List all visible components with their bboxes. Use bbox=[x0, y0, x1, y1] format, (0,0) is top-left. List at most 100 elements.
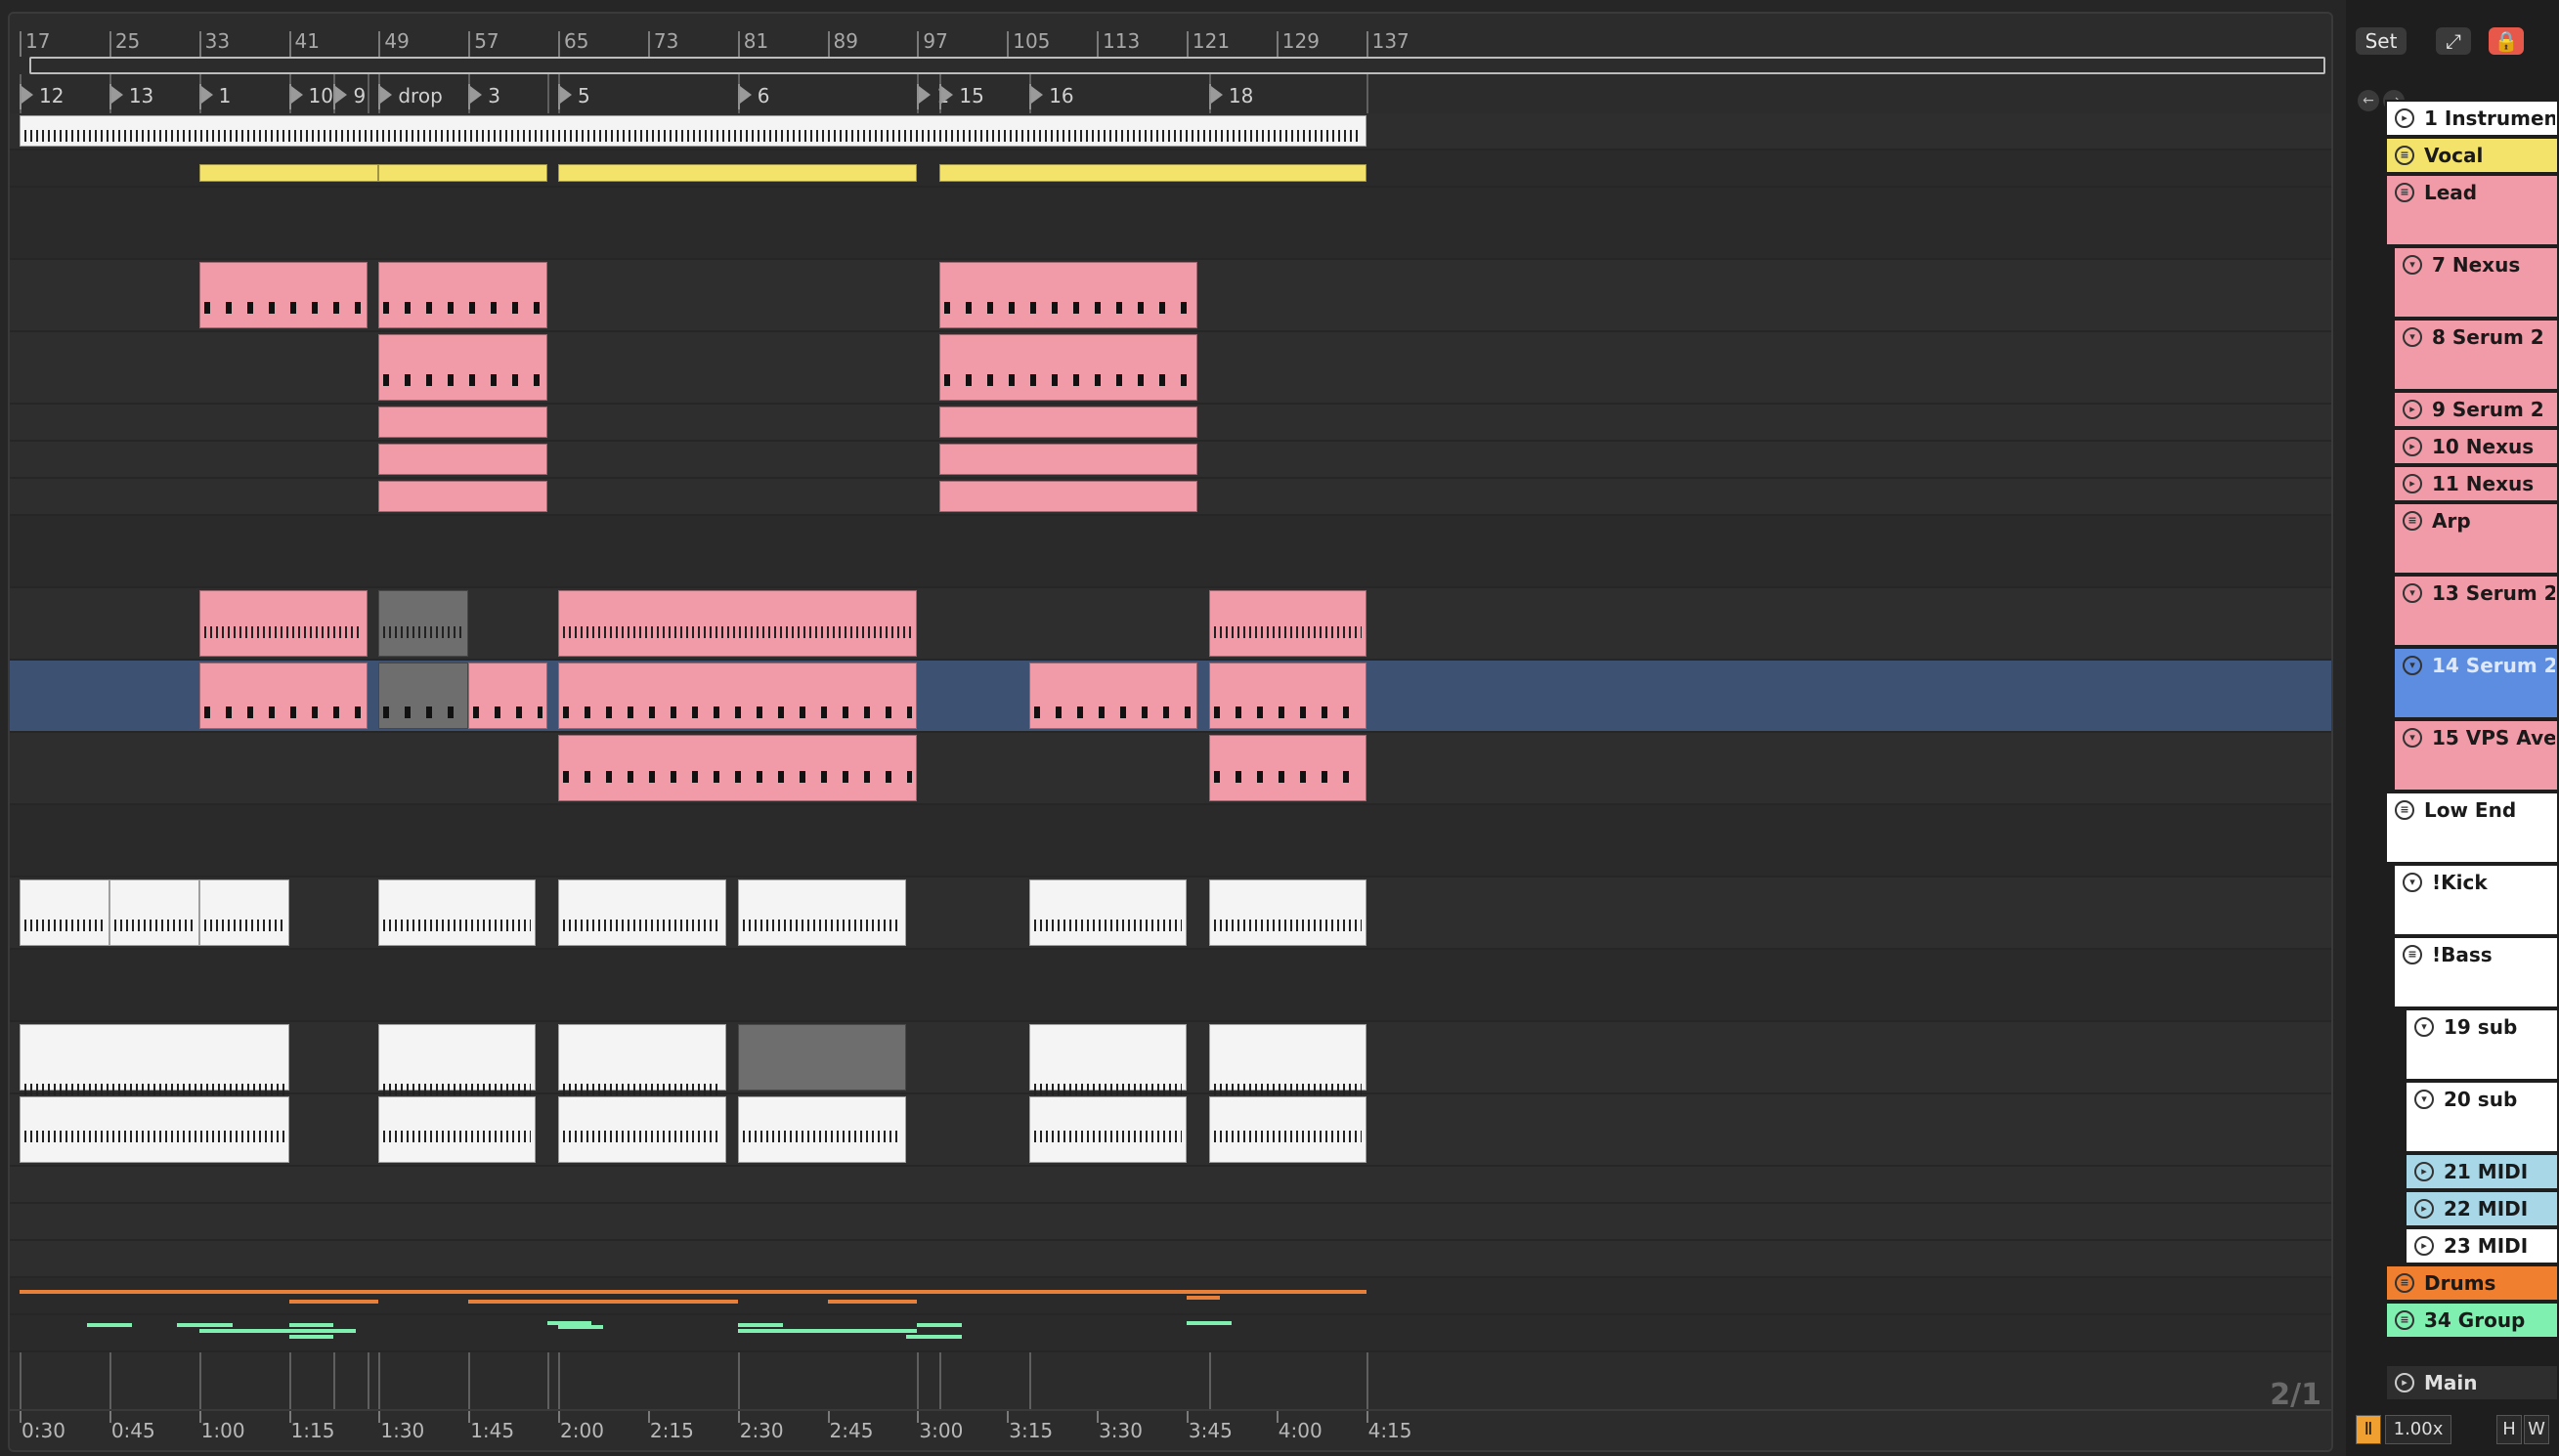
clip[interactable] bbox=[1029, 663, 1198, 729]
clip[interactable] bbox=[378, 590, 469, 657]
play-arrow-icon[interactable]: ▸ bbox=[2414, 1199, 2434, 1219]
width-button[interactable]: W bbox=[2524, 1415, 2549, 1444]
play-arrow-icon[interactable]: ▸ bbox=[2403, 400, 2422, 419]
clip[interactable] bbox=[1208, 879, 1366, 946]
clip[interactable] bbox=[20, 115, 1366, 147]
clip[interactable] bbox=[939, 407, 1198, 438]
group-fold-icon[interactable]: ≡ bbox=[2395, 1310, 2414, 1330]
locator-lane[interactable]: 12 13 1 10 9 drop 3 5 6 1 15 16 18 bbox=[10, 74, 2331, 109]
clip[interactable] bbox=[378, 1024, 537, 1095]
track-header[interactable]: ▸ Main bbox=[2385, 1364, 2559, 1401]
group-fold-icon[interactable]: ≡ bbox=[2403, 945, 2422, 964]
group-fold-icon[interactable]: ≡ bbox=[2395, 183, 2414, 202]
clip[interactable] bbox=[939, 444, 1198, 475]
clip[interactable] bbox=[558, 879, 727, 946]
clip[interactable] bbox=[108, 879, 199, 946]
automation-line[interactable] bbox=[198, 1329, 357, 1333]
clip[interactable] bbox=[198, 879, 289, 946]
clip[interactable] bbox=[198, 590, 368, 657]
back-arrow-icon[interactable]: ← bbox=[2358, 90, 2379, 111]
clip[interactable] bbox=[378, 407, 547, 438]
group-fold-icon[interactable]: ≡ bbox=[2395, 1273, 2414, 1293]
clip[interactable] bbox=[1208, 1024, 1366, 1095]
clip[interactable] bbox=[558, 735, 918, 801]
play-arrow-icon[interactable]: ▸ bbox=[2403, 437, 2422, 456]
fold-arrow-icon[interactable]: ▾ bbox=[2403, 728, 2422, 748]
automation-line[interactable] bbox=[288, 1300, 379, 1304]
track-header[interactable]: ≡ Drums bbox=[2385, 1264, 2559, 1302]
automation-line[interactable] bbox=[176, 1323, 234, 1327]
clip[interactable] bbox=[737, 879, 906, 946]
clip[interactable] bbox=[939, 164, 1366, 182]
track-header[interactable]: ▾ 7 Nexus bbox=[2393, 246, 2559, 319]
clip[interactable] bbox=[737, 1096, 906, 1163]
track-header[interactable]: ≡ 34 Group bbox=[2385, 1302, 2559, 1339]
automation-line[interactable] bbox=[20, 1290, 1366, 1294]
track-lane[interactable] bbox=[10, 805, 2331, 878]
clip[interactable] bbox=[378, 262, 547, 328]
track-lane[interactable] bbox=[10, 1204, 2331, 1241]
clip[interactable] bbox=[378, 164, 547, 182]
track-lane[interactable] bbox=[10, 516, 2331, 588]
fold-arrow-icon[interactable]: ▾ bbox=[2414, 1017, 2434, 1037]
track-header[interactable]: ▸ 10 Nexus bbox=[2393, 428, 2559, 465]
track-header[interactable]: ▸ 22 MIDI bbox=[2405, 1190, 2559, 1227]
track-header[interactable]: ▸ 23 MIDI bbox=[2405, 1227, 2559, 1264]
time-ruler[interactable]: 2/1 0:30 0:45 1:00 1:15 1:30 1:45 2:00 2:15 2:30… bbox=[10, 1378, 2331, 1450]
track-header[interactable]: ▾ !Kick bbox=[2393, 864, 2559, 936]
expand-icon[interactable]: ⤢ bbox=[2436, 27, 2471, 55]
track-lane[interactable] bbox=[10, 1315, 2331, 1352]
clip[interactable] bbox=[939, 481, 1198, 512]
group-fold-icon[interactable]: ≡ bbox=[2395, 800, 2414, 820]
clip[interactable] bbox=[558, 1096, 727, 1163]
track-header[interactable]: ≡ Lead bbox=[2385, 174, 2559, 246]
set-button[interactable]: Set bbox=[2356, 27, 2407, 55]
play-arrow-icon[interactable]: ▸ bbox=[2395, 108, 2414, 128]
track-header[interactable]: ≡ Vocal bbox=[2385, 137, 2559, 174]
track-header[interactable]: ▾ 20 sub bbox=[2405, 1081, 2559, 1153]
fold-arrow-icon[interactable]: ▾ bbox=[2403, 327, 2422, 347]
track-header[interactable]: ▸ 1 Instrument Ra bbox=[2385, 100, 2559, 137]
track-lane[interactable] bbox=[10, 1241, 2331, 1278]
clip[interactable] bbox=[378, 663, 469, 729]
clip[interactable] bbox=[1208, 590, 1366, 657]
clip[interactable] bbox=[198, 663, 368, 729]
clip[interactable] bbox=[198, 262, 368, 328]
fold-arrow-icon[interactable]: ▾ bbox=[2403, 583, 2422, 603]
track-lane[interactable] bbox=[10, 1167, 2331, 1204]
clip[interactable] bbox=[378, 444, 547, 475]
track-lane[interactable] bbox=[10, 733, 2331, 805]
automation-line[interactable] bbox=[737, 1329, 918, 1333]
track-lane[interactable] bbox=[10, 1278, 2331, 1315]
track-lanes[interactable] bbox=[10, 113, 2331, 1409]
automation-line[interactable] bbox=[288, 1335, 334, 1339]
track-lane[interactable] bbox=[10, 950, 2331, 1022]
clip[interactable] bbox=[558, 590, 918, 657]
clip[interactable] bbox=[378, 481, 547, 512]
track-header[interactable]: ▾ 14 Serum 2 bbox=[2393, 647, 2559, 719]
automation-line[interactable] bbox=[917, 1323, 963, 1327]
clip[interactable] bbox=[1208, 1096, 1366, 1163]
track-header[interactable]: ≡ Arp bbox=[2393, 502, 2559, 575]
clip[interactable] bbox=[558, 164, 918, 182]
clip[interactable] bbox=[1029, 879, 1187, 946]
horizontal-scroll-bar[interactable] bbox=[29, 57, 2325, 74]
clip[interactable] bbox=[1208, 663, 1366, 729]
midi-arrangement-overdub-icon[interactable]: Ⅱ bbox=[2356, 1415, 2381, 1444]
automation-line[interactable] bbox=[1186, 1321, 1232, 1325]
track-header[interactable]: ▾ 15 VPS Avenger bbox=[2393, 719, 2559, 792]
zoom-value[interactable]: 1.00x bbox=[2385, 1415, 2451, 1444]
lock-icon[interactable]: 🔒 bbox=[2489, 27, 2524, 55]
play-arrow-icon[interactable]: ▸ bbox=[2414, 1236, 2434, 1256]
track-header[interactable]: ▸ 11 Nexus bbox=[2393, 465, 2559, 502]
play-arrow-icon[interactable]: ▸ bbox=[2395, 1373, 2414, 1392]
automation-line[interactable] bbox=[905, 1335, 963, 1339]
track-lane[interactable] bbox=[10, 188, 2331, 260]
clip[interactable] bbox=[468, 663, 547, 729]
automation-line[interactable] bbox=[468, 1300, 738, 1304]
clip[interactable] bbox=[737, 1024, 906, 1091]
play-arrow-icon[interactable]: ▸ bbox=[2414, 1162, 2434, 1181]
group-fold-icon[interactable]: ≡ bbox=[2403, 511, 2422, 531]
clip[interactable] bbox=[939, 262, 1198, 328]
track-header[interactable]: ▾ 13 Serum 2 bbox=[2393, 575, 2559, 647]
